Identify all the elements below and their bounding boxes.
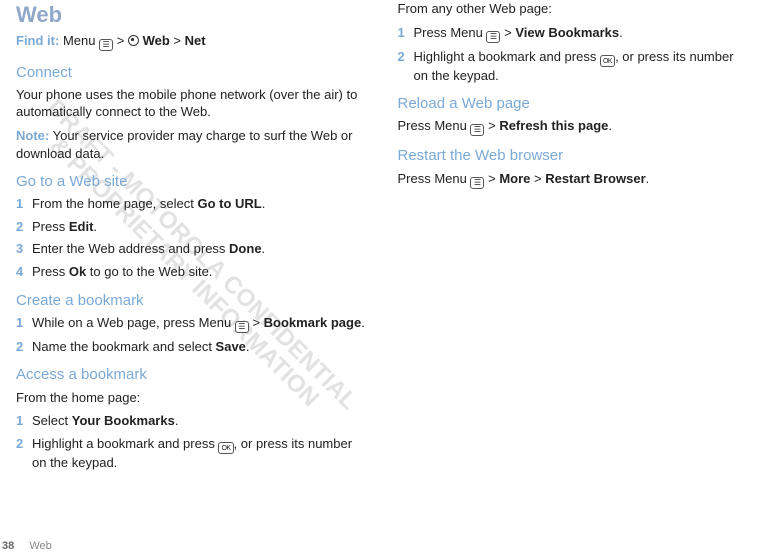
find-it-line: Find it: Menu > Web > Net xyxy=(16,32,370,51)
access-heading: Access a bookmark xyxy=(16,365,370,385)
menu-key-icon xyxy=(235,321,249,333)
connect-heading: Connect xyxy=(16,63,370,83)
create-steps: 1While on a Web page, press Menu > Bookm… xyxy=(16,314,370,356)
connect-p1: Your phone uses the mobile phone network… xyxy=(16,86,370,121)
menu-key-icon xyxy=(470,177,484,189)
list-item: 3Enter the Web address and press Done. xyxy=(16,240,370,258)
other-steps: 1 Press Menu > View Bookmarks. 2Highligh… xyxy=(398,24,752,85)
globe-icon xyxy=(128,35,139,46)
page-title: Web xyxy=(16,0,370,30)
list-item: 2Name the bookmark and select Save. xyxy=(16,338,370,356)
list-item: 1From the home page, select Go to URL. xyxy=(16,195,370,213)
access-steps: 1Select Your Bookmarks. 2Highlight a boo… xyxy=(16,412,370,471)
reload-heading: Reload a Web page xyxy=(398,94,752,114)
restart-heading: Restart the Web browser xyxy=(398,146,752,166)
note-label: Note: xyxy=(16,128,49,143)
other-intro: From any other Web page: xyxy=(398,0,752,18)
find-it-pre: Menu xyxy=(63,33,96,48)
list-item: 4Press Ok to go to the Web site. xyxy=(16,263,370,281)
find-it-web: Web xyxy=(143,33,170,48)
footer-section: Web xyxy=(29,540,51,552)
ok-key-icon xyxy=(218,442,233,454)
goto-steps: 1From the home page, select Go to URL. 2… xyxy=(16,195,370,280)
find-it-net: Net xyxy=(185,33,206,48)
left-column: Web Find it: Menu > Web > Net Connect Yo… xyxy=(2,0,384,536)
page-number: 38 xyxy=(2,540,14,552)
reload-line: Press Menu > Refresh this page. xyxy=(398,117,752,136)
note-text: Your service provider may charge to surf… xyxy=(16,128,352,161)
access-intro: From the home page: xyxy=(16,389,370,407)
list-item: 1While on a Web page, press Menu > Bookm… xyxy=(16,314,370,333)
create-heading: Create a bookmark xyxy=(16,291,370,311)
list-item: 2Highlight a bookmark and press , or pre… xyxy=(398,48,752,85)
list-item: 1 Press Menu > View Bookmarks. xyxy=(398,24,752,43)
menu-key-icon xyxy=(486,31,500,43)
find-it-label: Find it: xyxy=(16,33,59,48)
connect-note: Note: Your service provider may charge t… xyxy=(16,127,370,162)
list-item: 2Highlight a bookmark and press , or pre… xyxy=(16,435,370,472)
page-footer: 38 Web xyxy=(2,540,52,552)
list-item: 2Press Edit. xyxy=(16,218,370,236)
menu-key-icon xyxy=(470,124,484,136)
goto-heading: Go to a Web site xyxy=(16,172,370,192)
ok-key-icon xyxy=(600,55,615,67)
page-content: Web Find it: Menu > Web > Net Connect Yo… xyxy=(0,0,781,536)
restart-line: Press Menu > More > Restart Browser. xyxy=(398,170,752,189)
list-item: 1Select Your Bookmarks. xyxy=(16,412,370,430)
menu-key-icon xyxy=(99,39,113,51)
right-column: From any other Web page: 1 Press Menu > … xyxy=(384,0,766,536)
